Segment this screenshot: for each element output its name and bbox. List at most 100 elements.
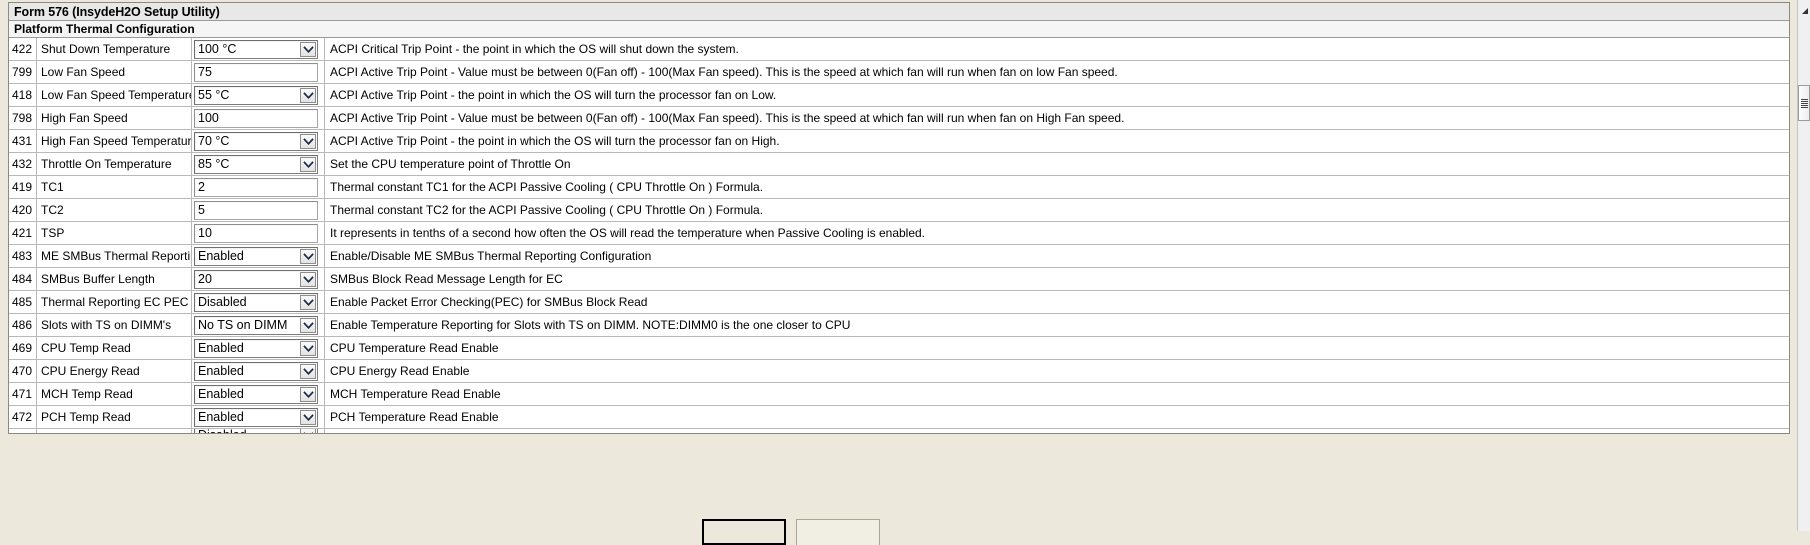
table-row[interactable]: 419 TC1 2 Thermal constant TC1 for the ACPI… bbox=[9, 176, 1789, 199]
row-id: 486 bbox=[9, 314, 37, 336]
row-label: High Fan Speed Temperature bbox=[37, 130, 192, 152]
table-row[interactable]: 471 MCH Temp Read Enabled MCH Temperature R… bbox=[9, 383, 1789, 406]
setting-text-input[interactable]: 100 bbox=[194, 108, 318, 128]
row-control[interactable]: Enabled bbox=[192, 337, 325, 359]
row-control[interactable]: Enabled bbox=[192, 383, 325, 405]
table-row[interactable]: 422 Shut Down Temperature 100 °C ACPI Criti… bbox=[9, 38, 1789, 61]
bottom-button-bar bbox=[0, 434, 1797, 545]
chevron-down-icon[interactable] bbox=[300, 409, 316, 425]
chevron-down-icon[interactable] bbox=[300, 386, 316, 402]
row-control[interactable]: 2 bbox=[192, 176, 325, 198]
row-control[interactable]: 55 °C bbox=[192, 84, 325, 106]
setting-select[interactable]: Enabled bbox=[194, 407, 318, 427]
row-label: CPU Energy Read bbox=[37, 360, 192, 382]
table-row[interactable]: 484 SMBus Buffer Length 20 SMBus Block Read… bbox=[9, 268, 1789, 291]
row-label: Thermal Reporting EC PEC bbox=[37, 291, 192, 313]
chevron-down-icon[interactable] bbox=[300, 271, 316, 287]
row-label: CPU Temp Read bbox=[37, 337, 192, 359]
setting-select[interactable]: Enabled bbox=[194, 338, 318, 358]
row-id: 431 bbox=[9, 130, 37, 152]
setting-value: Disabled bbox=[198, 294, 247, 309]
form-title: Form 576 (InsydeH2O Setup Utility) bbox=[9, 3, 1789, 21]
setting-value: No TS on DIMM bbox=[198, 317, 288, 332]
row-id: 472 bbox=[9, 406, 37, 428]
chevron-down-icon[interactable] bbox=[300, 317, 316, 333]
row-id: 484 bbox=[9, 268, 37, 290]
row-control[interactable]: Enabled bbox=[192, 245, 325, 267]
scroll-up-arrow-icon[interactable] bbox=[1799, 6, 1810, 17]
table-row[interactable]: 472 PCH Temp Read Enabled PCH Temperature R… bbox=[9, 406, 1789, 429]
row-label: SMBus Buffer Length bbox=[37, 268, 192, 290]
chevron-down-icon[interactable] bbox=[300, 87, 316, 103]
setting-text-input[interactable]: 2 bbox=[194, 177, 318, 197]
table-row[interactable]: 485 Thermal Reporting EC PEC Disabled Enabl… bbox=[9, 291, 1789, 314]
setting-select[interactable]: No TS on DIMM bbox=[194, 315, 318, 335]
setting-value: 100 °C bbox=[198, 41, 237, 56]
form-window: Form 576 (InsydeH2O Setup Utility) Platf… bbox=[8, 2, 1790, 434]
setting-text-input[interactable]: 10 bbox=[194, 223, 318, 243]
table-row[interactable]: 420 TC2 5 Thermal constant TC2 for the ACPI… bbox=[9, 199, 1789, 222]
primary-button[interactable] bbox=[702, 519, 786, 545]
setting-select[interactable]: 85 °C bbox=[194, 154, 318, 174]
chevron-down-icon[interactable] bbox=[300, 340, 316, 356]
row-control[interactable]: 85 °C bbox=[192, 153, 325, 175]
setting-select[interactable]: Enabled bbox=[194, 384, 318, 404]
vertical-scrollbar[interactable] bbox=[1797, 0, 1810, 531]
row-description: MCH Temperature Read Enable bbox=[330, 387, 501, 401]
row-control[interactable]: 70 °C bbox=[192, 130, 325, 152]
setting-select[interactable]: Disabled bbox=[194, 292, 318, 312]
setting-value: Enabled bbox=[198, 409, 244, 424]
setting-select[interactable]: 55 °C bbox=[194, 85, 318, 105]
table-row[interactable]: 483 ME SMBus Thermal Reporting Enabled Enab… bbox=[9, 245, 1789, 268]
chevron-down-icon[interactable] bbox=[300, 363, 316, 379]
row-id: 421 bbox=[9, 222, 37, 244]
row-id: 470 bbox=[9, 360, 37, 382]
table-row[interactable]: 418 Low Fan Speed Temperature 55 °C ACPI Ac… bbox=[9, 84, 1789, 107]
row-control[interactable]: Enabled bbox=[192, 406, 325, 428]
chevron-down-icon[interactable] bbox=[300, 156, 316, 172]
table-row[interactable]: 421 TSP 10 It represents in tenths of a sec… bbox=[9, 222, 1789, 245]
table-row[interactable]: 431 High Fan Speed Temperature 70 °C ACPI A… bbox=[9, 130, 1789, 153]
row-control[interactable]: 75 bbox=[192, 61, 325, 83]
scrollbar-thumb[interactable] bbox=[1798, 85, 1810, 121]
row-description: SMBus Block Read Message Length for EC bbox=[330, 272, 563, 286]
setting-text-input[interactable]: 5 bbox=[194, 200, 318, 220]
row-label: High Fan Speed bbox=[37, 107, 192, 129]
chevron-down-icon[interactable] bbox=[300, 41, 316, 57]
table-row[interactable]: 470 CPU Energy Read Enabled CPU Energy Read… bbox=[9, 360, 1789, 383]
chevron-down-icon[interactable] bbox=[300, 133, 316, 149]
table-row[interactable]: 799 Low Fan Speed 75 ACPI Active Trip Point… bbox=[9, 61, 1789, 84]
row-id: 483 bbox=[9, 245, 37, 267]
row-control[interactable]: 100 bbox=[192, 107, 325, 129]
row-control[interactable]: 5 bbox=[192, 199, 325, 221]
row-description: ACPI Active Trip Point - the point in wh… bbox=[330, 134, 780, 148]
row-label: MCH Temp Read bbox=[37, 383, 192, 405]
row-description: ACPI Critical Trip Point - the point in … bbox=[330, 42, 739, 56]
row-control[interactable]: Enabled bbox=[192, 360, 325, 382]
row-control[interactable]: 20 bbox=[192, 268, 325, 290]
row-label: Shut Down Temperature bbox=[37, 38, 192, 60]
setting-select[interactable]: Enabled bbox=[194, 361, 318, 381]
row-control[interactable]: No TS on DIMM bbox=[192, 314, 325, 336]
chevron-down-icon[interactable] bbox=[300, 248, 316, 264]
row-label: Low Fan Speed bbox=[37, 61, 192, 83]
row-id: 418 bbox=[9, 84, 37, 106]
row-description: Enable/Disable ME SMBus Thermal Reportin… bbox=[330, 249, 652, 263]
row-id: 798 bbox=[9, 107, 37, 129]
secondary-button[interactable] bbox=[796, 519, 880, 545]
setting-select[interactable]: 70 °C bbox=[194, 131, 318, 151]
table-row[interactable]: 469 CPU Temp Read Enabled CPU Temperature R… bbox=[9, 337, 1789, 360]
setting-text-input[interactable]: 75 bbox=[194, 62, 318, 82]
section-title: Platform Thermal Configuration bbox=[9, 21, 1789, 38]
row-control[interactable]: Disabled bbox=[192, 291, 325, 313]
setting-select[interactable]: 100 °C bbox=[194, 39, 318, 59]
row-control[interactable]: 100 °C bbox=[192, 38, 325, 60]
row-label: TC1 bbox=[37, 176, 192, 198]
table-row[interactable]: 432 Throttle On Temperature 85 °C Set the C… bbox=[9, 153, 1789, 176]
setting-select[interactable]: 20 bbox=[194, 269, 318, 289]
table-row[interactable]: 486 Slots with TS on DIMM's No TS on DIMM E… bbox=[9, 314, 1789, 337]
setting-select[interactable]: Enabled bbox=[194, 246, 318, 266]
table-row[interactable]: 798 High Fan Speed 100 ACPI Active Trip Poi… bbox=[9, 107, 1789, 130]
row-control[interactable]: 10 bbox=[192, 222, 325, 244]
chevron-down-icon[interactable] bbox=[300, 294, 316, 310]
